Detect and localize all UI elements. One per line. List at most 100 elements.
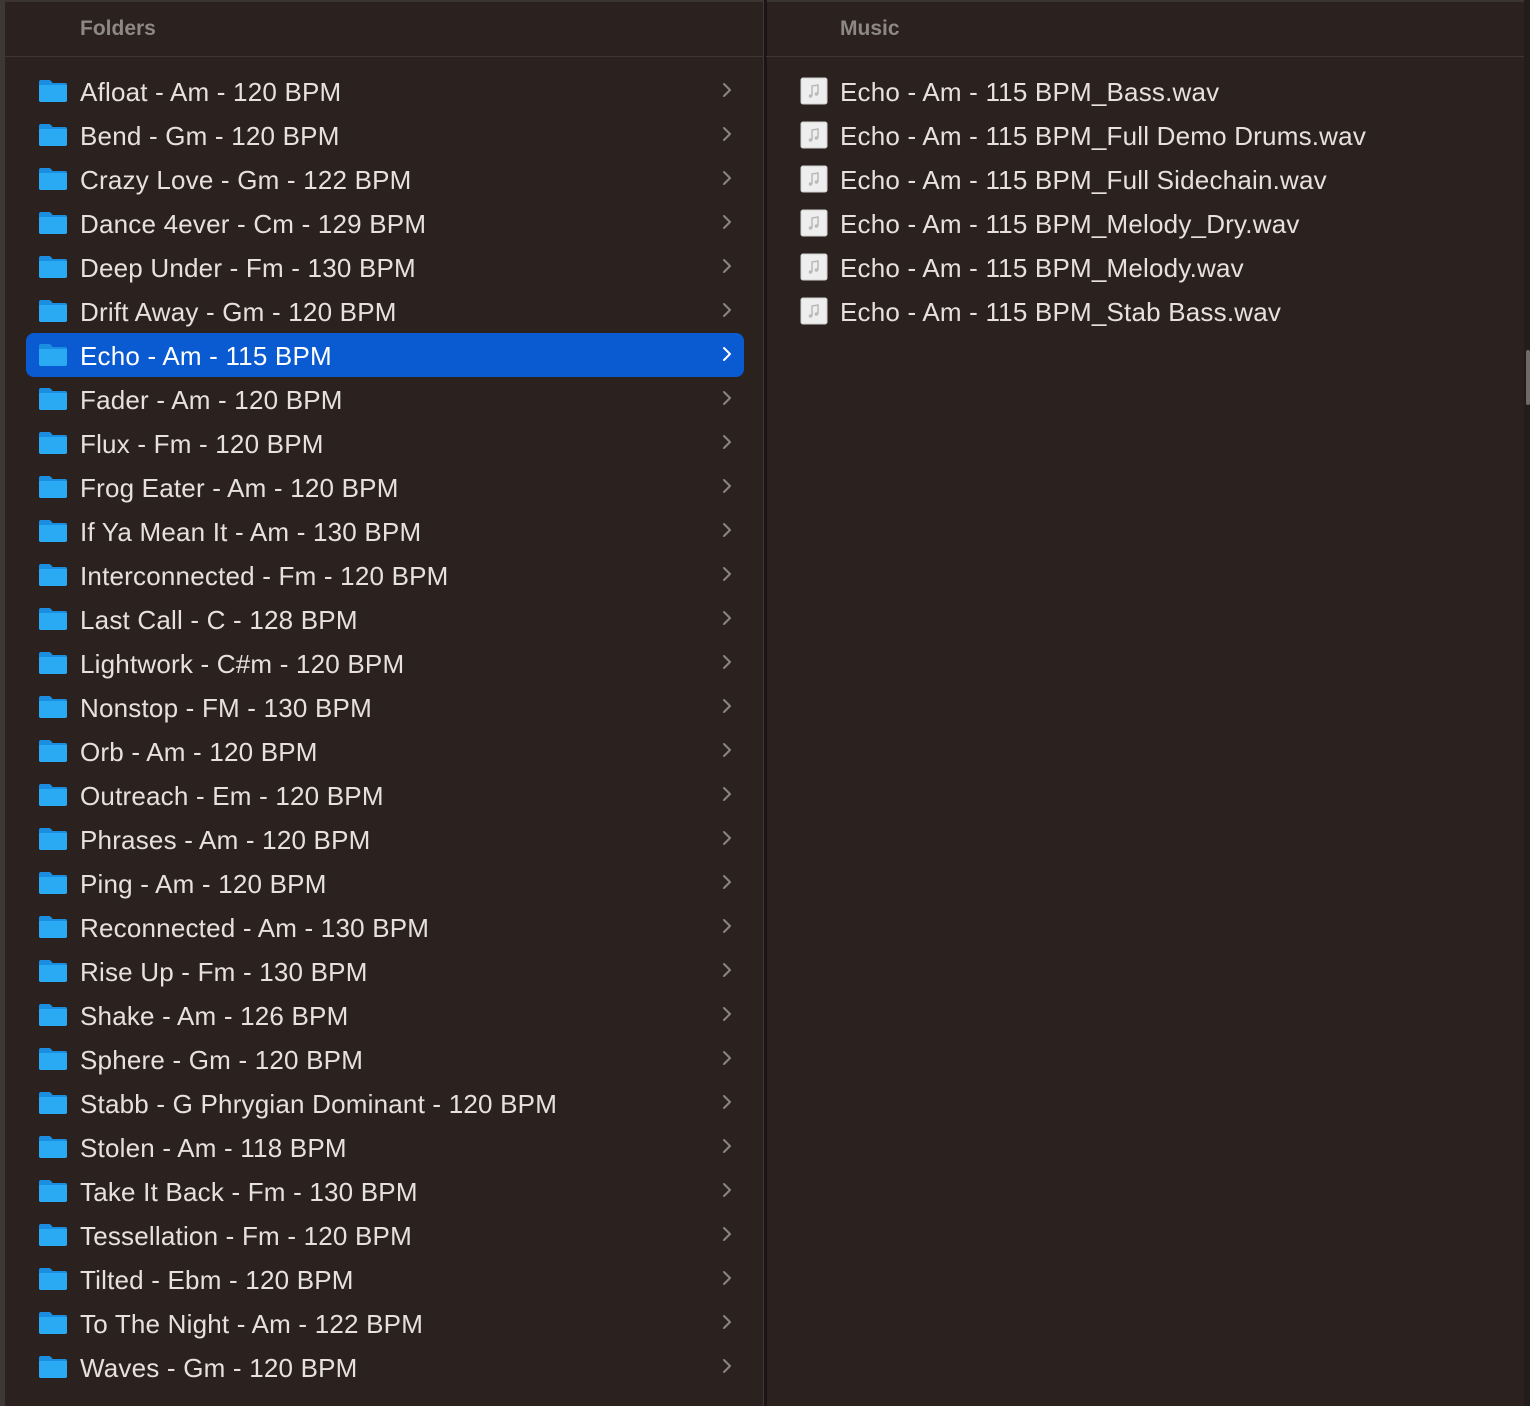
right-edge-strip xyxy=(1524,0,1530,1406)
folder-name: Deep Under - Fm - 130 BPM xyxy=(80,253,416,283)
folder-row[interactable]: Stolen - Am - 118 BPM xyxy=(26,1125,744,1169)
chevron-right-icon xyxy=(720,1048,734,1068)
folders-column-header: Folders xyxy=(5,0,763,57)
chevron-right-icon xyxy=(720,784,734,804)
folders-column-title: Folders xyxy=(80,17,156,40)
folder-row[interactable]: Echo - Am - 115 BPM xyxy=(26,333,744,377)
folder-row[interactable]: Tessellation - Fm - 120 BPM xyxy=(26,1213,744,1257)
folder-icon xyxy=(38,1179,68,1203)
chevron-right-icon xyxy=(720,212,734,232)
folder-icon xyxy=(38,1047,68,1071)
folder-row[interactable]: If Ya Mean It - Am - 130 BPM xyxy=(26,509,744,553)
chevron-right-icon xyxy=(720,960,734,980)
folder-row[interactable]: Phrases - Am - 120 BPM xyxy=(26,817,744,861)
audio-file-row[interactable]: Echo - Am - 115 BPM_Melody_Dry.wav xyxy=(800,201,1500,245)
folder-row[interactable]: Ping - Am - 120 BPM xyxy=(26,861,744,905)
folder-icon xyxy=(38,1135,68,1159)
folder-row[interactable]: Deep Under - Fm - 130 BPM xyxy=(26,245,744,289)
chevron-right-icon xyxy=(720,916,734,936)
chevron-right-icon xyxy=(720,344,734,364)
folder-name: Tilted - Ebm - 120 BPM xyxy=(80,1265,354,1295)
folder-icon xyxy=(38,739,68,763)
audio-file-row[interactable]: Echo - Am - 115 BPM_Bass.wav xyxy=(800,69,1500,113)
folder-row[interactable]: Crazy Love - Gm - 122 BPM xyxy=(26,157,744,201)
folder-row[interactable]: Nonstop - FM - 130 BPM xyxy=(26,685,744,729)
audio-file-icon xyxy=(800,121,828,149)
folder-name: Sphere - Gm - 120 BPM xyxy=(80,1045,364,1075)
audio-file-icon xyxy=(800,165,828,193)
folder-name: Stolen - Am - 118 BPM xyxy=(80,1133,347,1163)
chevron-right-icon xyxy=(720,740,734,760)
folder-name: If Ya Mean It - Am - 130 BPM xyxy=(80,517,422,547)
folder-row[interactable]: Dance 4ever - Cm - 129 BPM xyxy=(26,201,744,245)
audio-file-icon xyxy=(800,77,828,105)
chevron-right-icon xyxy=(720,1180,734,1200)
folder-icon xyxy=(38,167,68,191)
audio-file-name: Echo - Am - 115 BPM_Melody_Dry.wav xyxy=(840,209,1300,239)
folder-row[interactable]: Flux - Fm - 120 BPM xyxy=(26,421,744,465)
folder-row[interactable]: Frog Eater - Am - 120 BPM xyxy=(26,465,744,509)
audio-file-name: Echo - Am - 115 BPM_Bass.wav xyxy=(840,77,1220,107)
folder-name: Dance 4ever - Cm - 129 BPM xyxy=(80,209,427,239)
folder-name: Bend - Gm - 120 BPM xyxy=(80,121,340,151)
chevron-right-icon xyxy=(720,1268,734,1288)
folder-icon xyxy=(38,827,68,851)
chevron-right-icon xyxy=(720,1136,734,1156)
folder-icon xyxy=(38,1223,68,1247)
audio-file-name: Echo - Am - 115 BPM_Stab Bass.wav xyxy=(840,297,1282,327)
folder-name: Tessellation - Fm - 120 BPM xyxy=(80,1221,412,1251)
audio-file-name: Echo - Am - 115 BPM_Melody.wav xyxy=(840,253,1244,283)
folder-name: Interconnected - Fm - 120 BPM xyxy=(80,561,449,591)
audio-file-row[interactable]: Echo - Am - 115 BPM_Full Demo Drums.wav xyxy=(800,113,1500,157)
folder-row[interactable]: Tilted - Ebm - 120 BPM xyxy=(26,1257,744,1301)
folder-icon xyxy=(38,1003,68,1027)
chevron-right-icon xyxy=(720,872,734,892)
audio-file-row[interactable]: Echo - Am - 115 BPM_Melody.wav xyxy=(800,245,1500,289)
folder-name: Nonstop - FM - 130 BPM xyxy=(80,693,372,723)
folder-row[interactable]: Outreach - Em - 120 BPM xyxy=(26,773,744,817)
folders-column[interactable]: Folders Afloat - Am - 120 BPM Bend - Gm -… xyxy=(5,0,763,1406)
folder-row[interactable]: Bend - Gm - 120 BPM xyxy=(26,113,744,157)
folder-icon xyxy=(38,915,68,939)
audio-file-row[interactable]: Echo - Am - 115 BPM_Stab Bass.wav xyxy=(800,289,1500,333)
chevron-right-icon xyxy=(720,124,734,144)
folder-row[interactable]: Take It Back - Fm - 130 BPM xyxy=(26,1169,744,1213)
folder-icon xyxy=(38,255,68,279)
chevron-right-icon xyxy=(720,1004,734,1024)
folder-row[interactable]: Waves - Gm - 120 BPM xyxy=(26,1345,744,1389)
folder-name: Rise Up - Fm - 130 BPM xyxy=(80,957,368,987)
folder-name: Phrases - Am - 120 BPM xyxy=(80,825,371,855)
folder-row[interactable]: Fader - Am - 120 BPM xyxy=(26,377,744,421)
folder-icon xyxy=(38,431,68,455)
chevron-right-icon xyxy=(720,828,734,848)
folder-row[interactable]: Lightwork - C#m - 120 BPM xyxy=(26,641,744,685)
scrollbar-thumb[interactable] xyxy=(1526,350,1530,405)
music-column[interactable]: Music Echo - Am - 115 BPM_Bass.wav Echo -… xyxy=(766,0,1524,1406)
folder-row[interactable]: To The Night - Am - 122 BPM xyxy=(26,1301,744,1345)
folder-name: Shake - Am - 126 BPM xyxy=(80,1001,349,1031)
folder-name: Orb - Am - 120 BPM xyxy=(80,737,318,767)
folder-row[interactable]: Reconnected - Am - 130 BPM xyxy=(26,905,744,949)
folder-row[interactable]: Last Call - C - 128 BPM xyxy=(26,597,744,641)
folder-icon xyxy=(38,387,68,411)
folder-row[interactable]: Rise Up - Fm - 130 BPM xyxy=(26,949,744,993)
folder-row[interactable]: Orb - Am - 120 BPM xyxy=(26,729,744,773)
folder-row[interactable]: Interconnected - Fm - 120 BPM xyxy=(26,553,744,597)
audio-file-icon xyxy=(800,297,828,325)
folder-name: Crazy Love - Gm - 122 BPM xyxy=(80,165,412,195)
folder-name: Outreach - Em - 120 BPM xyxy=(80,781,384,811)
chevron-right-icon xyxy=(720,1312,734,1332)
folder-row[interactable]: Sphere - Gm - 120 BPM xyxy=(26,1037,744,1081)
folder-name: To The Night - Am - 122 BPM xyxy=(80,1309,424,1339)
folder-row[interactable]: Afloat - Am - 120 BPM xyxy=(26,69,744,113)
audio-file-icon xyxy=(800,209,828,237)
folder-icon xyxy=(38,79,68,103)
chevron-right-icon xyxy=(720,476,734,496)
audio-file-row[interactable]: Echo - Am - 115 BPM_Full Sidechain.wav xyxy=(800,157,1500,201)
folder-row[interactable]: Stabb - G Phrygian Dominant - 120 BPM xyxy=(26,1081,744,1125)
folder-row[interactable]: Shake - Am - 126 BPM xyxy=(26,993,744,1037)
folder-icon xyxy=(38,783,68,807)
chevron-right-icon xyxy=(720,696,734,716)
folder-icon xyxy=(38,475,68,499)
folder-row[interactable]: Drift Away - Gm - 120 BPM xyxy=(26,289,744,333)
